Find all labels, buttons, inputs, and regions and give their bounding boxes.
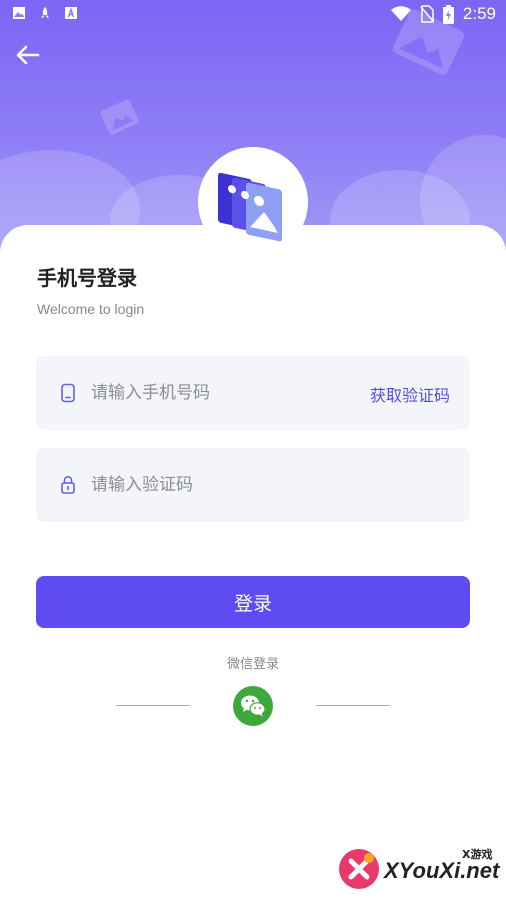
watermark-brand: XYouXi.net [384,858,500,883]
app-logo-icon [218,172,282,242]
phone-icon [61,383,75,403]
divider-right [316,705,390,706]
login-button[interactable]: 登录 [36,576,470,628]
font-app-icon [65,7,77,19]
no-sim-icon [420,5,434,23]
page-subtitle: Welcome to login [37,301,145,317]
divider-left [116,705,190,706]
status-bar: 2:59 [0,0,506,28]
lock-icon [61,475,75,494]
watermark-logo-icon [339,849,379,889]
decor-image-icon [100,99,139,135]
gallery-icon [13,7,25,19]
get-code-button[interactable]: 获取验证码 [370,382,450,406]
code-field [36,448,470,522]
phone-field: 获取验证码 [36,356,470,430]
clock: 2:59 [462,4,496,23]
battery-icon [442,4,454,24]
login-card [0,225,506,900]
wifi-icon [390,6,411,21]
watermark: X游戏 XYouXi.net [336,840,502,896]
wechat-icon [241,695,266,717]
app-logo [198,147,308,257]
rocket-icon [41,7,49,18]
back-arrow-icon[interactable] [14,42,42,68]
code-input[interactable] [91,448,351,522]
phone-input[interactable] [91,356,351,430]
wechat-login-button[interactable] [233,686,273,726]
page-title: 手机号登录 [37,266,137,290]
wechat-login-label: 微信登录 [226,657,279,672]
